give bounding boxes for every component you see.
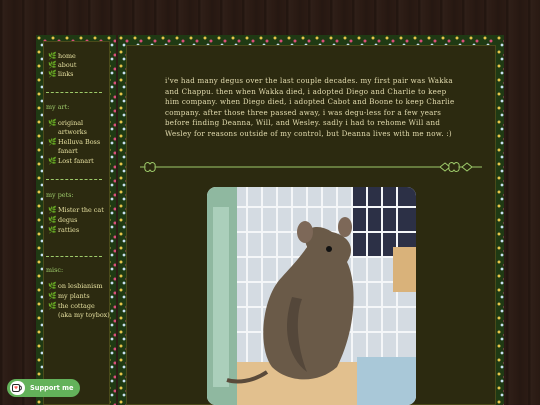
nav-link-helluva-boss-fanart[interactable]: 🌿 Helluva Boss fanart bbox=[48, 138, 110, 156]
nav-link-mister-the-cat[interactable]: 🌿 Mister the cat bbox=[48, 206, 110, 215]
ornamental-divider bbox=[140, 162, 482, 172]
nav-divider bbox=[46, 92, 102, 93]
leaf-icon: 🌿 bbox=[48, 216, 57, 224]
nav-link-links[interactable]: 🌿 links bbox=[48, 70, 110, 79]
section-label-misc: misc: bbox=[46, 266, 64, 274]
leaf-icon: 🌿 bbox=[48, 138, 57, 146]
kofi-cup-icon bbox=[10, 381, 25, 395]
section-label-pets: my pets: bbox=[46, 191, 74, 199]
section-label-art: my art: bbox=[46, 103, 70, 111]
leaf-icon: 🌿 bbox=[48, 282, 57, 290]
nav-link-the-cottage[interactable]: 🌿 the cottage (aka my toybox) bbox=[48, 302, 110, 320]
leaf-icon: 🌿 bbox=[48, 292, 57, 300]
nav-group-main: 🌿 home 🌿 about 🌿 links bbox=[48, 52, 110, 79]
nav-link-original-artworks[interactable]: 🌿 original artworks bbox=[48, 119, 110, 137]
leaf-icon: 🌿 bbox=[48, 119, 57, 127]
nav-link-lost-fanart[interactable]: 🌿 Lost fanart bbox=[48, 157, 110, 166]
support-me-label[interactable]: Support me bbox=[30, 384, 73, 392]
nav-group-art: 🌿 original artworks 🌿 Helluva Boss fanart … bbox=[48, 119, 110, 166]
leaf-icon: 🌿 bbox=[48, 52, 57, 60]
nav-divider bbox=[46, 256, 102, 257]
nav-group-pets: 🌿 Mister the cat 🌿 degus 🌿 ratties bbox=[48, 206, 110, 235]
intro-paragraph: i've had many degus over the last couple… bbox=[165, 76, 455, 138]
leaf-icon: 🌿 bbox=[48, 61, 57, 69]
nav-link-degus[interactable]: 🌿 degus bbox=[48, 216, 110, 225]
heart-icon bbox=[144, 162, 156, 172]
nav-link-about[interactable]: 🌿 about bbox=[48, 61, 110, 70]
support-me-button[interactable]: Support me bbox=[7, 379, 80, 397]
leaf-icon: 🌿 bbox=[48, 70, 57, 78]
nav-group-misc: 🌿 on lesbianism 🌿 my plants 🌿 the cottage (… bbox=[48, 282, 110, 320]
degu-photo bbox=[207, 187, 416, 405]
diamond-icon bbox=[461, 162, 473, 172]
nav-link-home[interactable]: 🌿 home bbox=[48, 52, 110, 61]
nav-link-on-lesbianism[interactable]: 🌿 on lesbianism bbox=[48, 282, 110, 291]
leaf-icon: 🌿 bbox=[48, 206, 57, 214]
leaf-icon: 🌿 bbox=[48, 302, 57, 310]
nav-divider bbox=[46, 179, 102, 180]
nav-link-ratties[interactable]: 🌿 ratties bbox=[48, 226, 110, 235]
heart-icon bbox=[448, 162, 460, 172]
leaf-icon: 🌿 bbox=[48, 226, 57, 234]
leaf-icon: 🌿 bbox=[48, 157, 57, 165]
nav-link-my-plants[interactable]: 🌿 my plants bbox=[48, 292, 110, 301]
